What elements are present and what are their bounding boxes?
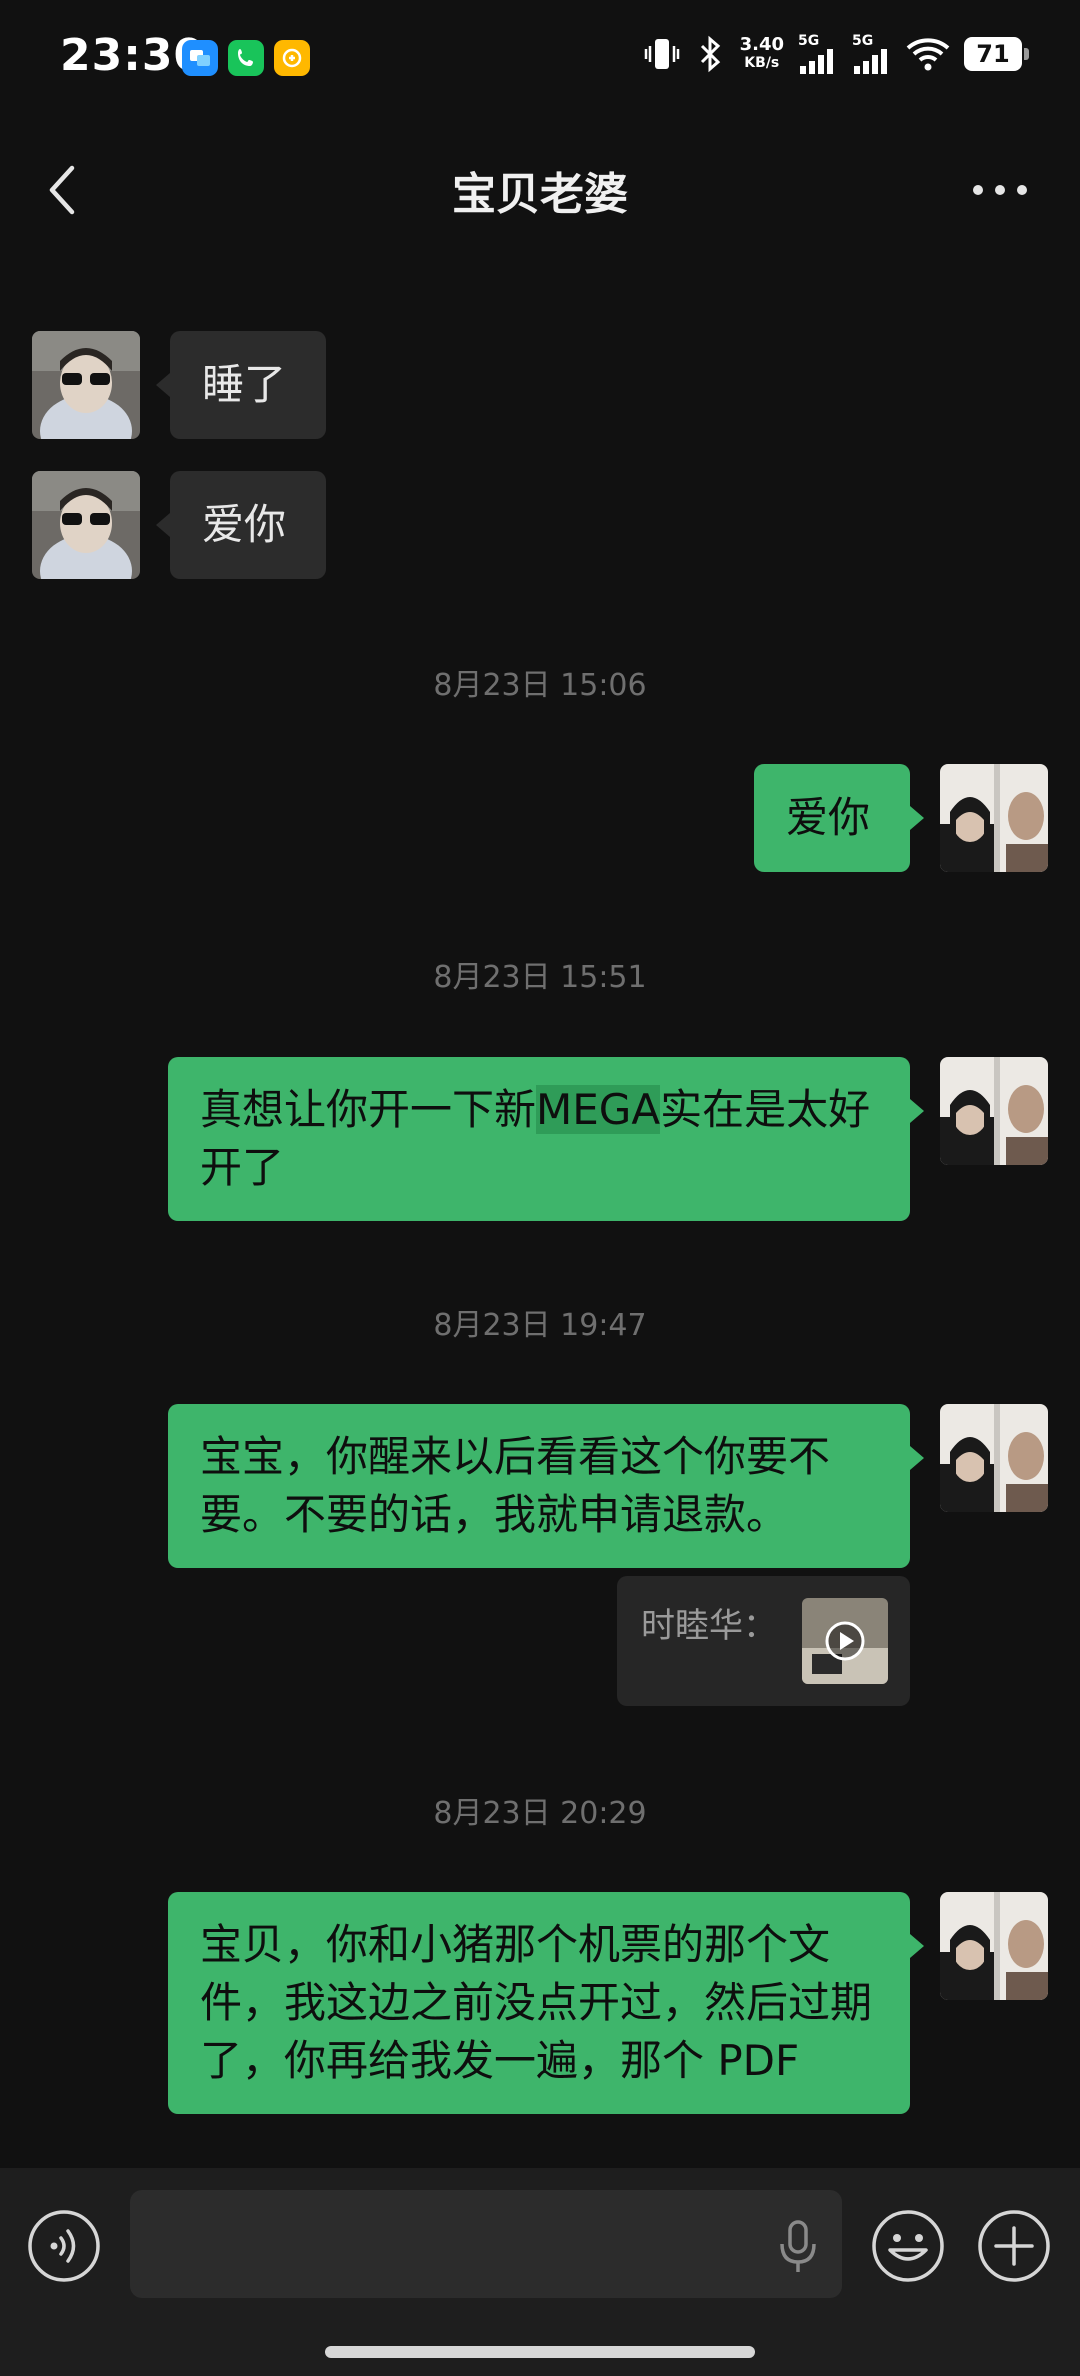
signal-icon — [854, 49, 887, 74]
message-text: 爱你 — [202, 500, 287, 549]
net-speed: 3.40 KB/s — [740, 36, 784, 72]
net-speed-value: 3.40 — [739, 34, 784, 55]
microphone-icon[interactable] — [778, 2218, 818, 2274]
video-thumbnail[interactable] — [802, 1598, 888, 1684]
status-bar: 23:30 3.40 KB/s 5G 5G 71 — [0, 0, 1080, 120]
phone-green-icon — [228, 40, 264, 76]
message-text: 睡了 — [202, 360, 287, 409]
message-text-start: 真想让你开一下新 — [200, 1085, 537, 1134]
user-avatar[interactable] — [940, 1892, 1048, 2000]
message-timestamp: 8月23日 15:06 — [433, 668, 647, 703]
battery-icon: 71 — [964, 37, 1029, 71]
plus-icon[interactable] — [976, 2208, 1052, 2284]
chat-header: 宝贝老婆 — [0, 140, 1080, 240]
net-speed-unit: KB/s — [744, 55, 780, 71]
message-bubble-outgoing[interactable]: 宝贝，你和小猪那个机票的那个文件，我这边之前没点开过，然后过期了，你再给我发一遍… — [168, 1892, 924, 2114]
more-dots-icon[interactable] — [970, 170, 1030, 210]
message-text: 宝宝，你醒来以后看看这个你要不要。不要的话，我就申请退款。 — [200, 1432, 831, 1539]
bluetooth-icon — [700, 35, 720, 73]
message-text: 宝贝，你和小猪那个机票的那个文件，我这边之前没点开过，然后过期了，你再给我发一遍… — [200, 1920, 873, 2085]
voice-mode-icon[interactable] — [26, 2208, 102, 2284]
message-bubble-outgoing[interactable]: 宝宝，你醒来以后看看这个你要不要。不要的话，我就申请退款。 — [168, 1404, 924, 1568]
message-text: 爱你 — [786, 793, 871, 842]
system-icons: 3.40 KB/s 5G 5G 71 — [642, 34, 1029, 74]
sim1-tag: 5G — [798, 33, 820, 49]
signal-sim2: 5G — [852, 34, 892, 74]
wifi-icon — [906, 38, 950, 71]
contact-avatar[interactable] — [32, 331, 140, 439]
user-avatar[interactable] — [940, 764, 1048, 872]
home-indicator[interactable] — [325, 2346, 755, 2358]
message-bubble-incoming[interactable]: 爱你 — [156, 471, 326, 579]
user-avatar[interactable] — [940, 1057, 1048, 1165]
signal-sim1: 5G — [798, 34, 838, 74]
page-title: 宝贝老婆 — [452, 169, 628, 220]
signal-icon — [800, 49, 833, 74]
message-bubble-outgoing[interactable]: 真想让你开一下新MEGA实在是太好开了 — [168, 1057, 924, 1221]
message-bubble-outgoing[interactable]: 爱你 — [754, 764, 924, 872]
vibrate-icon — [644, 39, 679, 69]
notification-icons — [182, 40, 310, 76]
message-bubble-incoming[interactable]: 睡了 — [156, 331, 326, 439]
input-bar — [0, 2168, 1080, 2376]
message-timestamp: 8月23日 20:29 — [433, 1796, 647, 1831]
app-blue-icon — [182, 40, 218, 76]
sim2-tag: 5G — [852, 33, 874, 49]
message-timestamp: 8月23日 15:51 — [433, 960, 647, 995]
contact-avatar[interactable] — [32, 471, 140, 579]
user-avatar[interactable] — [940, 1404, 1048, 1512]
quote-sender: 时睦华： — [641, 1606, 777, 1646]
quoted-message[interactable]: 时睦华： — [617, 1576, 910, 1706]
battery-level: 71 — [976, 40, 1010, 68]
app-yellow-icon — [274, 40, 310, 76]
message-timestamp: 8月23日 19:47 — [433, 1308, 647, 1343]
emoji-icon[interactable] — [870, 2208, 946, 2284]
message-text-highlight: MEGA — [536, 1085, 661, 1134]
message-input[interactable] — [130, 2190, 842, 2298]
